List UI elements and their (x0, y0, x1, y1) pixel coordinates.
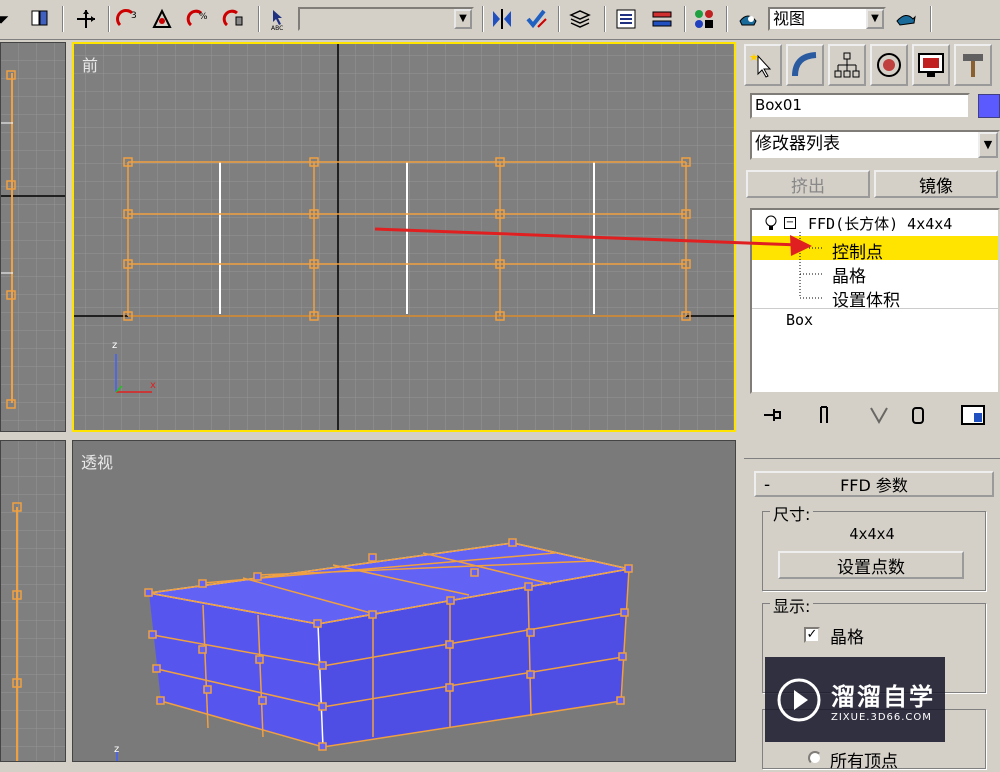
mirror-button[interactable]: 镜像 (874, 170, 998, 198)
hierarchy-tab[interactable] (828, 44, 866, 86)
viewport-top[interactable] (0, 42, 66, 432)
stack-item-lattice[interactable]: 晶格 (832, 262, 866, 287)
make-unique-icon[interactable] (868, 404, 890, 430)
collapse-minus-icon[interactable]: − (784, 217, 796, 229)
show-end-result-icon[interactable] (816, 404, 836, 430)
viewport-front[interactable]: 前 z x (72, 42, 736, 432)
extrude-button[interactable]: 挤出 (746, 170, 870, 198)
set-points-button[interactable]: 设置点数 (778, 551, 964, 579)
lightbulb-icon[interactable] (762, 214, 780, 232)
axis-x-label: x (150, 380, 156, 391)
object-name-field[interactable]: Box01 (750, 93, 970, 119)
viewport-left[interactable] (0, 440, 66, 762)
watermark-url: ZIXUE.3D66.COM (831, 711, 932, 723)
viewport-persp-label: 透视 (81, 453, 114, 472)
named-selection-icon[interactable]: ABC (264, 5, 292, 33)
schematic-view-icon[interactable] (648, 5, 676, 33)
modify-tab[interactable] (786, 44, 824, 86)
svg-text:ABC: ABC (271, 25, 283, 31)
create-tab[interactable] (744, 44, 782, 86)
svg-text:%: % (199, 12, 208, 22)
viewport-perspective[interactable]: 透视 z (72, 440, 736, 762)
align-icon[interactable] (522, 5, 550, 33)
snap-3d-icon[interactable]: 3 (114, 5, 142, 33)
dimensions-group-title: 尺寸: (770, 501, 814, 525)
layers-icon[interactable] (566, 5, 594, 33)
lattice-checkbox[interactable]: ✓ (804, 627, 820, 643)
modifier-stack: − FFD(长方体) 4x4x4 控制点 晶格 设置体积 Box (750, 208, 1000, 394)
main-toolbar: 3 % ABC ▼ 视图 ▼ (0, 0, 1000, 40)
mirror-icon[interactable] (488, 5, 516, 33)
named-selection-combo[interactable]: ▼ (298, 7, 474, 31)
display-tab[interactable] (912, 44, 950, 86)
rollout-header-button[interactable]: - FFD 参数 (754, 471, 994, 497)
configure-sets-icon[interactable] (960, 404, 986, 430)
angle-snap-icon[interactable] (148, 5, 176, 33)
curve-editor-icon[interactable] (612, 5, 640, 33)
modify-bend-icon (792, 52, 817, 77)
motion-wheel-icon (877, 53, 901, 77)
hierarchy-icon (834, 52, 860, 78)
chevron-down-icon[interactable]: ▼ (978, 132, 998, 158)
motion-tab[interactable] (870, 44, 908, 86)
all-vertices-label: 所有顶点 (830, 752, 898, 772)
quick-render-icon[interactable] (892, 5, 920, 33)
svg-text:3: 3 (131, 11, 137, 21)
window-crossing-icon[interactable] (26, 5, 54, 33)
play-logo-icon (777, 678, 821, 721)
render-type-combo[interactable]: 视图 ▼ (768, 7, 886, 31)
viewport-front-label: 前 (82, 56, 99, 75)
render-scene-icon[interactable] (734, 5, 762, 33)
watermark-brand: 溜溜自学 (831, 682, 935, 711)
display-group-title: 显示: (770, 593, 814, 617)
cursor-star-icon (750, 53, 772, 78)
modifier-list-combo[interactable]: 修改器列表 ▼ (750, 130, 1000, 160)
chevron-down-icon[interactable]: ▼ (454, 9, 472, 29)
material-editor-icon[interactable] (690, 5, 718, 33)
stack-item-control-points[interactable]: 控制点 (832, 238, 883, 263)
utilities-tab[interactable] (954, 44, 992, 86)
hammer-icon (963, 54, 983, 77)
spinner-snap-icon[interactable] (220, 5, 248, 33)
monitor-icon (918, 53, 944, 77)
dimensions-value: 4x4x4 (849, 525, 895, 543)
stack-toolbar (750, 398, 1000, 432)
all-vertices-radio[interactable] (808, 751, 822, 765)
stack-base-object[interactable]: Box (786, 311, 813, 329)
pin-stack-icon[interactable] (760, 404, 786, 430)
stack-modifier-ffd[interactable]: FFD(长方体) 4x4x4 (808, 213, 952, 234)
percent-snap-icon[interactable]: % (184, 5, 212, 33)
object-color-swatch[interactable] (978, 94, 1000, 118)
axis-z-label: z (112, 340, 118, 351)
lattice-checkbox-label: 晶格 (830, 628, 864, 648)
remove-modifier-icon[interactable] (908, 404, 928, 430)
dropdown-arrow-button[interactable] (0, 5, 12, 33)
axis-z-label-persp: z (114, 744, 120, 755)
move-icon[interactable] (72, 5, 100, 33)
command-panel: Box01 修改器列表 ▼ 挤出 镜像 − FFD(长方体) 4x4x4 控制点 … (740, 40, 1000, 772)
chevron-down-icon[interactable]: ▼ (866, 9, 884, 29)
watermark-logo: 溜溜自学 ZIXUE.3D66.COM (765, 657, 945, 742)
